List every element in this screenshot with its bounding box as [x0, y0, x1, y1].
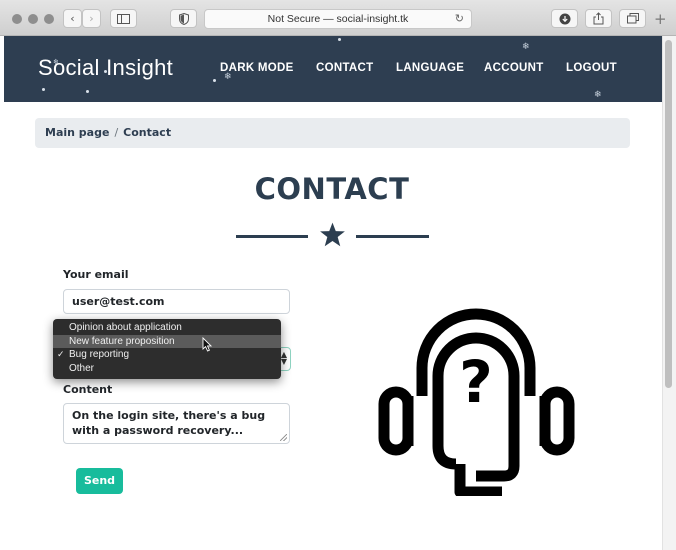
- send-button[interactable]: Send: [76, 468, 123, 494]
- snowflake-icon: ❄: [522, 42, 530, 52]
- checkmark-icon: ✓: [57, 349, 65, 359]
- title-divider-line: [236, 235, 308, 238]
- breadcrumb-home-link[interactable]: Main page: [45, 126, 109, 139]
- email-field[interactable]: user@test.com: [63, 289, 290, 314]
- content-text: On the login site, there's a bug with a …: [72, 409, 266, 437]
- tabs-overview-button[interactable]: [619, 9, 646, 28]
- url-text: Not Secure — social-insight.tk: [267, 13, 409, 25]
- download-icon: [559, 13, 570, 24]
- breadcrumb-separator: /: [114, 126, 119, 139]
- reload-icon[interactable]: ↻: [455, 10, 464, 28]
- customer-support-headset-icon: ?: [378, 308, 575, 496]
- option-label: Other: [69, 362, 95, 374]
- page-title: CONTACT: [254, 172, 410, 206]
- snow-particle: [213, 79, 216, 82]
- share-button[interactable]: [585, 9, 612, 28]
- downloads-button[interactable]: [551, 9, 578, 28]
- resize-handle-icon[interactable]: [280, 434, 287, 441]
- subject-dropdown-menu: Opinion about application New feature pr…: [53, 319, 281, 379]
- dropdown-option-other[interactable]: Other: [53, 362, 281, 376]
- minimize-window-icon[interactable]: [28, 14, 38, 24]
- content-textarea[interactable]: On the login site, there's a bug with a …: [63, 403, 290, 444]
- share-icon: [593, 12, 604, 25]
- dropdown-option-new-feature[interactable]: New feature proposition: [53, 334, 281, 348]
- scrollbar-thumb[interactable]: [665, 40, 672, 388]
- dropdown-option-bug-reporting[interactable]: ✓ Bug reporting: [53, 348, 281, 362]
- snow-particle: [86, 90, 89, 93]
- new-tab-button[interactable]: +: [654, 10, 667, 28]
- shield-icon: [178, 12, 189, 25]
- question-mark-glyph: ?: [459, 348, 493, 416]
- chevron-left-icon: ‹: [70, 12, 75, 25]
- chevron-right-icon: ›: [89, 12, 94, 25]
- breadcrumb: Main page / Contact: [35, 118, 630, 148]
- email-label: Your email: [63, 268, 129, 281]
- snow-particle: [338, 38, 341, 41]
- address-bar[interactable]: Not Secure — social-insight.tk ↻: [204, 9, 472, 29]
- forward-button[interactable]: ›: [82, 9, 101, 28]
- nav-contact[interactable]: CONTACT: [316, 62, 373, 74]
- content-label: Content: [63, 383, 113, 396]
- close-window-icon[interactable]: [12, 14, 22, 24]
- snowflake-icon: ❄: [594, 90, 602, 100]
- option-label: New feature proposition: [69, 335, 175, 347]
- privacy-shield-button[interactable]: [170, 9, 197, 28]
- sidebar-toggle-button[interactable]: [110, 9, 137, 28]
- browser-toolbar: ‹ › Not Secure — social-insight.tk ↻ +: [0, 0, 676, 36]
- mouse-cursor-icon: [202, 337, 213, 352]
- breadcrumb-current: Contact: [123, 126, 172, 139]
- title-divider-line: [356, 235, 429, 238]
- brand-logo[interactable]: Social Insight: [38, 55, 173, 81]
- nav-logout[interactable]: LOGOUT: [566, 62, 617, 74]
- sidebar-icon: [117, 13, 130, 24]
- snow-particle: [42, 88, 45, 91]
- nav-dark-mode[interactable]: DARK MODE: [220, 62, 294, 74]
- maximize-window-icon[interactable]: [44, 14, 54, 24]
- star-icon: [320, 222, 345, 247]
- select-arrows-icon: ▲ ▼: [280, 350, 287, 366]
- site-navbar: ❄ ❄ ❄ ❄ Social Insight DARK MODE CONTACT…: [4, 36, 662, 102]
- tabs-icon: [626, 13, 639, 24]
- dropdown-option-opinion[interactable]: Opinion about application: [53, 321, 281, 335]
- back-button[interactable]: ‹: [63, 9, 82, 28]
- option-label: Bug reporting: [69, 349, 130, 360]
- nav-language[interactable]: LANGUAGE: [396, 62, 464, 74]
- nav-account[interactable]: ACCOUNT: [484, 62, 544, 74]
- option-label: Opinion about application: [69, 322, 182, 333]
